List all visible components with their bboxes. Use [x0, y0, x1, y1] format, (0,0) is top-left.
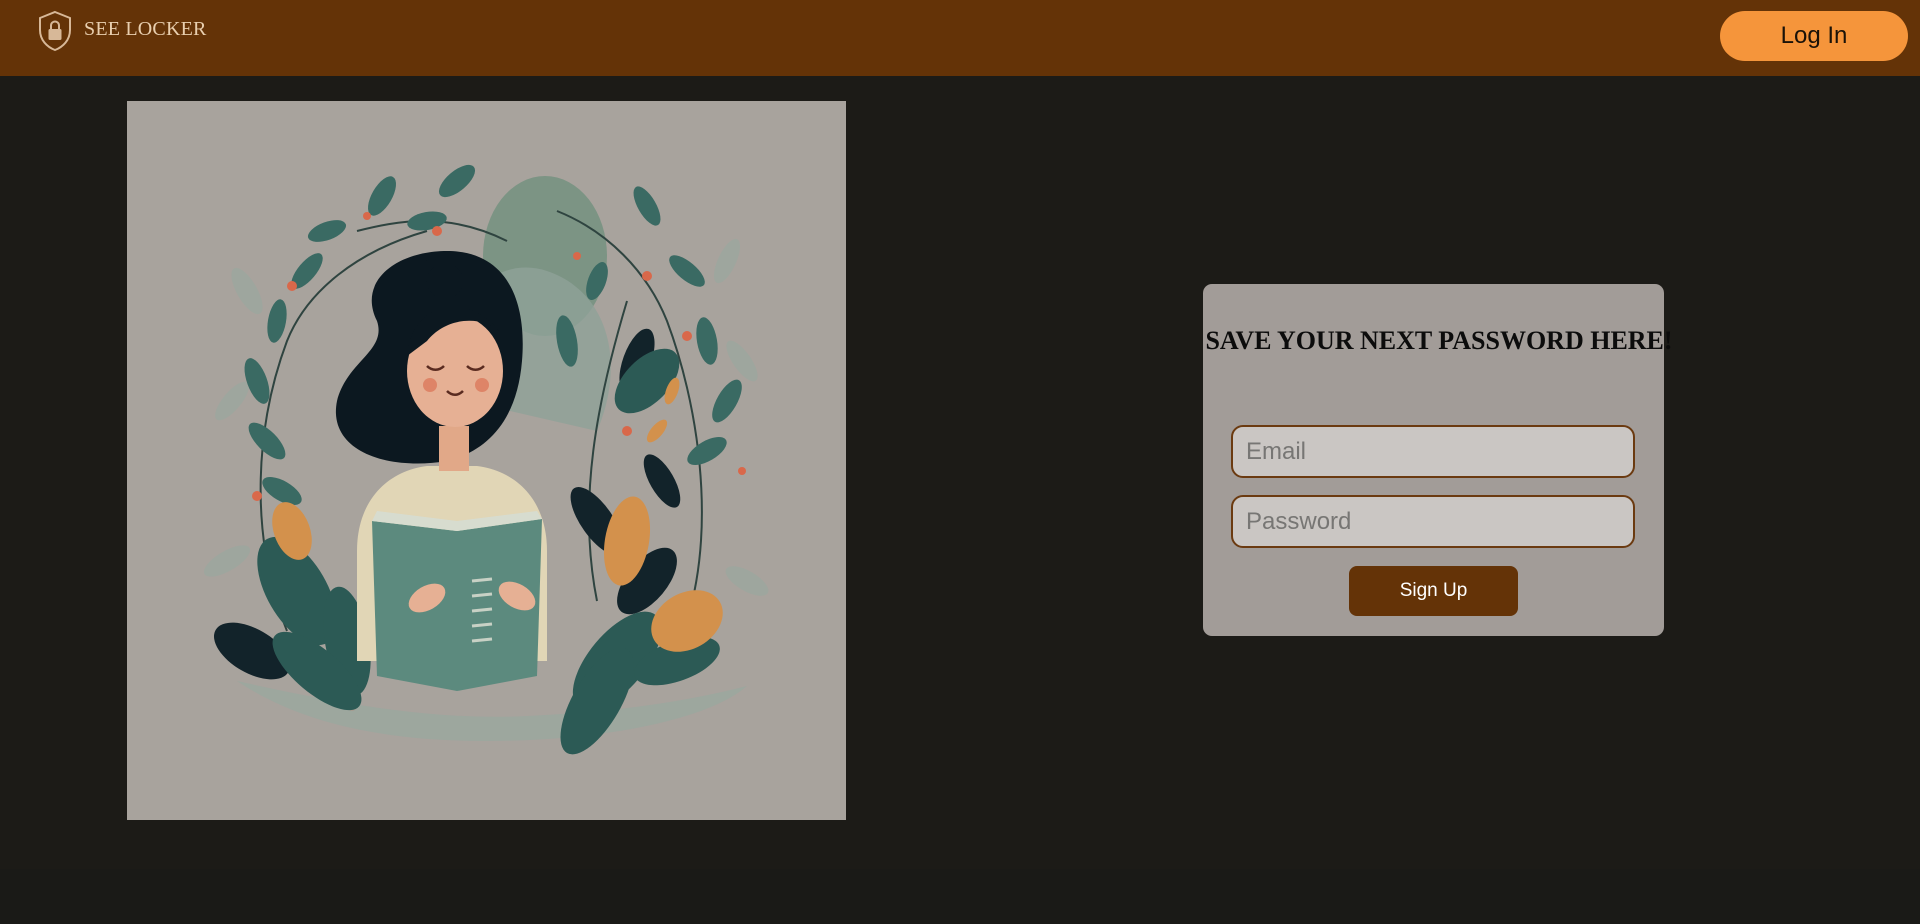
hero-illustration: [127, 101, 846, 820]
form-title: SAVE YOUR NEXT PASSWORD HERE!: [1205, 326, 1673, 355]
brand[interactable]: SEE LOCKER: [36, 10, 207, 52]
email-input[interactable]: [1231, 425, 1635, 478]
signup-card: SAVE YOUR NEXT PASSWORD HERE! Sign Up: [1203, 284, 1673, 636]
password-input[interactable]: [1231, 495, 1635, 548]
footer: [0, 869, 1920, 924]
brand-name: SEE LOCKER: [84, 18, 207, 40]
top-navbar: SEE LOCKER Log In: [0, 0, 1920, 76]
signup-button[interactable]: Sign Up: [1349, 566, 1518, 616]
shield-lock-icon: [39, 10, 71, 52]
login-button[interactable]: Log In: [1720, 11, 1908, 61]
woman-reading-illustration: [203, 164, 769, 755]
